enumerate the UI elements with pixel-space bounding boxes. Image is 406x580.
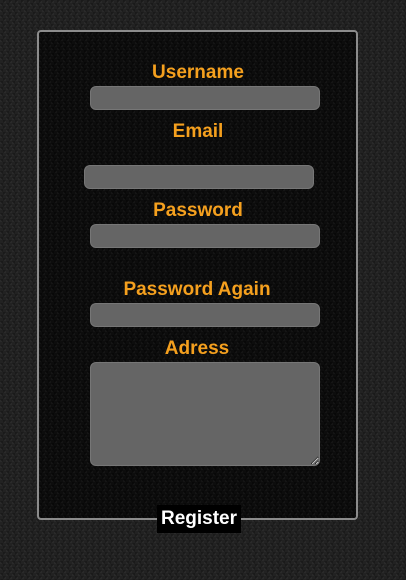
address-label: Adress bbox=[164, 338, 230, 359]
password-label: Password bbox=[153, 200, 243, 221]
email-input[interactable] bbox=[84, 165, 314, 189]
register-button[interactable]: Register bbox=[157, 505, 241, 533]
username-label: Username bbox=[152, 62, 244, 83]
password-input[interactable] bbox=[90, 224, 320, 248]
address-textarea[interactable] bbox=[90, 362, 320, 466]
email-label: Email bbox=[172, 121, 224, 142]
password-again-input[interactable] bbox=[90, 303, 320, 327]
password-again-label: Password Again bbox=[123, 279, 271, 300]
username-input[interactable] bbox=[90, 86, 320, 110]
